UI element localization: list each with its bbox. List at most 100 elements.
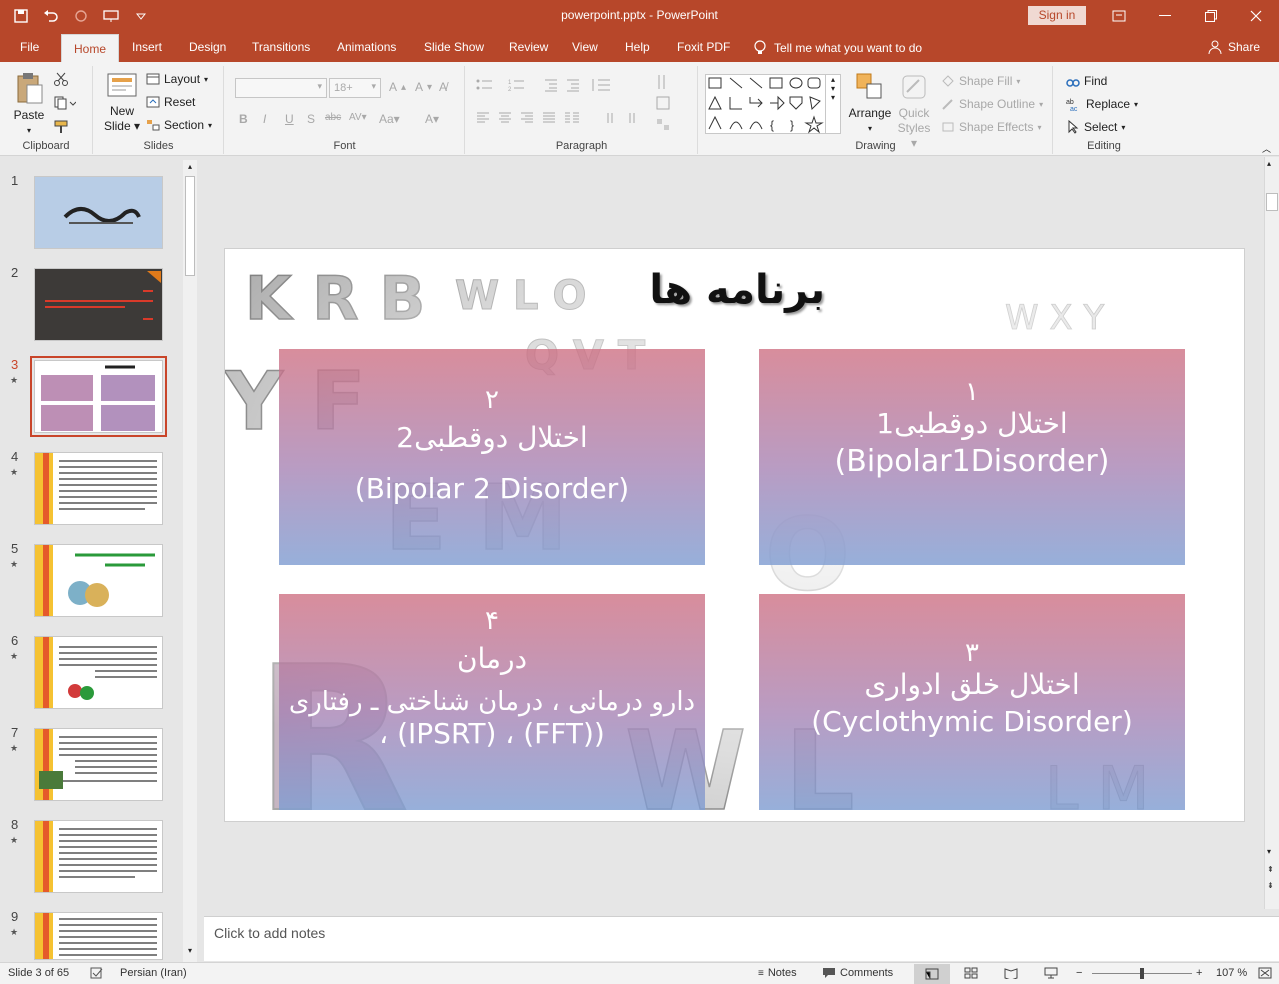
- thumbnail-slide-7[interactable]: [34, 728, 163, 801]
- scroll-up-icon[interactable]: ▴: [185, 162, 195, 172]
- share-button[interactable]: Share: [1208, 40, 1260, 54]
- content-box-2[interactable]: ٢ اختلال دوقطبی2 (Bipolar 2 Disorder): [279, 349, 705, 565]
- close-icon[interactable]: [1233, 0, 1279, 32]
- tab-home[interactable]: Home: [61, 34, 120, 62]
- format-painter-icon[interactable]: [54, 120, 68, 134]
- tab-foxit-pdf[interactable]: Foxit PDF: [677, 40, 730, 54]
- change-case-icon[interactable]: Aa▾: [379, 112, 400, 126]
- next-slide-icon[interactable]: ⇟: [1267, 881, 1274, 890]
- align-right-icon[interactable]: [520, 112, 534, 124]
- zoom-in-icon[interactable]: +: [1196, 967, 1202, 979]
- thumbnail-slide-2[interactable]: [34, 268, 163, 341]
- thumbnail-slide-8[interactable]: [34, 820, 163, 893]
- text-direction-icon[interactable]: [656, 74, 678, 90]
- font-size-combo[interactable]: 18+ ▾: [329, 78, 381, 98]
- shape-effects-button[interactable]: Shape Effects ▾: [941, 120, 1042, 134]
- line-spacing-icon[interactable]: [590, 78, 612, 92]
- content-box-3[interactable]: ٣ اختلال خلق ادواری (Cyclothymic Disorde…: [759, 594, 1185, 810]
- font-family-combo[interactable]: ▾: [235, 78, 327, 98]
- tab-review[interactable]: Review: [509, 40, 548, 54]
- tab-animations[interactable]: Animations: [337, 40, 396, 54]
- normal-view-icon[interactable]: [914, 964, 950, 984]
- thumbnail-slide-5[interactable]: [34, 544, 163, 617]
- shape-fill-button[interactable]: Shape Fill ▾: [941, 74, 1020, 88]
- find-button[interactable]: Find: [1066, 74, 1107, 88]
- thumbnail-slide-4[interactable]: [34, 452, 163, 525]
- convert-smartart-icon[interactable]: [656, 118, 678, 132]
- select-button[interactable]: Select ▾: [1066, 120, 1125, 134]
- align-text-icon[interactable]: [656, 96, 678, 110]
- tab-file[interactable]: File: [20, 40, 39, 54]
- underline-icon[interactable]: U: [285, 112, 294, 126]
- section-button[interactable]: Section ▾: [146, 118, 212, 132]
- new-slide-button[interactable]: New Slide ▾: [102, 70, 142, 134]
- copy-icon[interactable]: [54, 96, 76, 110]
- scroll-down-icon[interactable]: ▾: [185, 946, 195, 956]
- fit-slide-icon[interactable]: [1258, 967, 1272, 979]
- grow-font-icon[interactable]: A ▴: [389, 80, 406, 94]
- content-box-1[interactable]: ١ اختلال دوقطبی1 (Bipolar1Disorder): [759, 349, 1185, 565]
- tab-insert[interactable]: Insert: [132, 40, 162, 54]
- slide-title[interactable]: برنامه ها: [615, 267, 825, 313]
- tab-design[interactable]: Design: [189, 40, 226, 54]
- clear-formatting-icon[interactable]: A̸: [439, 80, 447, 94]
- scroll-down-icon[interactable]: ▾: [1267, 847, 1271, 856]
- zoom-out-icon[interactable]: −: [1076, 967, 1082, 979]
- reading-view-icon[interactable]: [1004, 967, 1018, 979]
- sign-in-button[interactable]: Sign in: [1028, 6, 1086, 25]
- arrange-button[interactable]: Arrange ▾: [847, 72, 893, 136]
- slide-sorter-icon[interactable]: [964, 967, 978, 979]
- ribbon-display-options-icon[interactable]: [1096, 0, 1142, 32]
- zoom-level[interactable]: 107 %: [1216, 967, 1247, 979]
- language-indicator[interactable]: Persian (Iran): [120, 967, 187, 979]
- bold-icon[interactable]: B: [239, 112, 248, 126]
- replace-button[interactable]: ab ac Replace ▾: [1066, 97, 1138, 111]
- character-spacing-icon[interactable]: AV▾: [349, 112, 367, 123]
- reset-button[interactable]: Reset: [146, 95, 195, 109]
- tab-help[interactable]: Help: [625, 40, 650, 54]
- collapse-ribbon-icon[interactable]: ︿: [1262, 142, 1271, 155]
- align-center-icon[interactable]: [498, 112, 512, 124]
- notes-placeholder[interactable]: Click to add notes: [214, 925, 325, 941]
- content-box-4[interactable]: ۴ درمان دارو درمانی ، درمان شناختی ـ رفت…: [279, 594, 705, 810]
- align-left-icon[interactable]: [476, 112, 490, 124]
- zoom-slider-thumb[interactable]: [1140, 968, 1144, 979]
- tell-me-search[interactable]: Tell me what you want to do: [754, 40, 922, 56]
- tab-transitions[interactable]: Transitions: [252, 40, 310, 54]
- text-shadow-icon[interactable]: S: [307, 112, 315, 126]
- comments-toggle[interactable]: Comments: [822, 967, 893, 979]
- font-color-icon[interactable]: A▾: [425, 112, 439, 126]
- justify-icon[interactable]: [542, 112, 556, 124]
- thumbnail-slide-9[interactable]: [34, 912, 163, 960]
- increase-indent-icon[interactable]: [566, 78, 580, 92]
- notes-toggle[interactable]: ≡ Notes: [758, 967, 797, 979]
- columns-icon[interactable]: [564, 112, 580, 124]
- shape-outline-button[interactable]: Shape Outline ▾: [941, 97, 1043, 111]
- thumbnail-slide-1[interactable]: [34, 176, 163, 249]
- scroll-thumb[interactable]: [1266, 193, 1278, 211]
- scroll-thumb[interactable]: [185, 176, 195, 276]
- tab-slide-show[interactable]: Slide Show: [424, 40, 484, 54]
- decrease-indent-icon[interactable]: [544, 78, 558, 92]
- tab-view[interactable]: View: [572, 40, 598, 54]
- paste-button[interactable]: Paste ▾: [10, 72, 48, 138]
- slide-show-icon[interactable]: [1044, 967, 1058, 979]
- thumbnail-slide-3[interactable]: [30, 356, 167, 437]
- shrink-font-icon[interactable]: A ▾: [415, 80, 432, 94]
- spelling-check-icon[interactable]: [90, 967, 104, 979]
- rtl-icon[interactable]: [604, 112, 618, 124]
- bullets-icon[interactable]: [476, 78, 498, 92]
- shapes-gallery-scroll[interactable]: ▴ ▾ ▾: [825, 74, 841, 134]
- current-slide[interactable]: K R B Y F E M R W L O W L O Q V T W X Y …: [224, 248, 1245, 822]
- scroll-up-icon[interactable]: ▴: [1267, 159, 1271, 168]
- notes-pane[interactable]: Click to add notes: [204, 916, 1279, 961]
- numbering-icon[interactable]: 12: [508, 78, 530, 92]
- italic-icon[interactable]: I: [263, 112, 266, 126]
- slide-scrollbar[interactable]: ▴ ▾ ⇞ ⇟: [1264, 157, 1279, 909]
- thumbnail-slide-6[interactable]: [34, 636, 163, 709]
- restore-icon[interactable]: [1188, 0, 1234, 32]
- cut-icon[interactable]: [54, 72, 68, 86]
- previous-slide-icon[interactable]: ⇞: [1267, 865, 1274, 874]
- thumbnail-scrollbar[interactable]: ▴ ▾: [183, 160, 197, 962]
- layout-button[interactable]: Layout ▾: [146, 72, 208, 86]
